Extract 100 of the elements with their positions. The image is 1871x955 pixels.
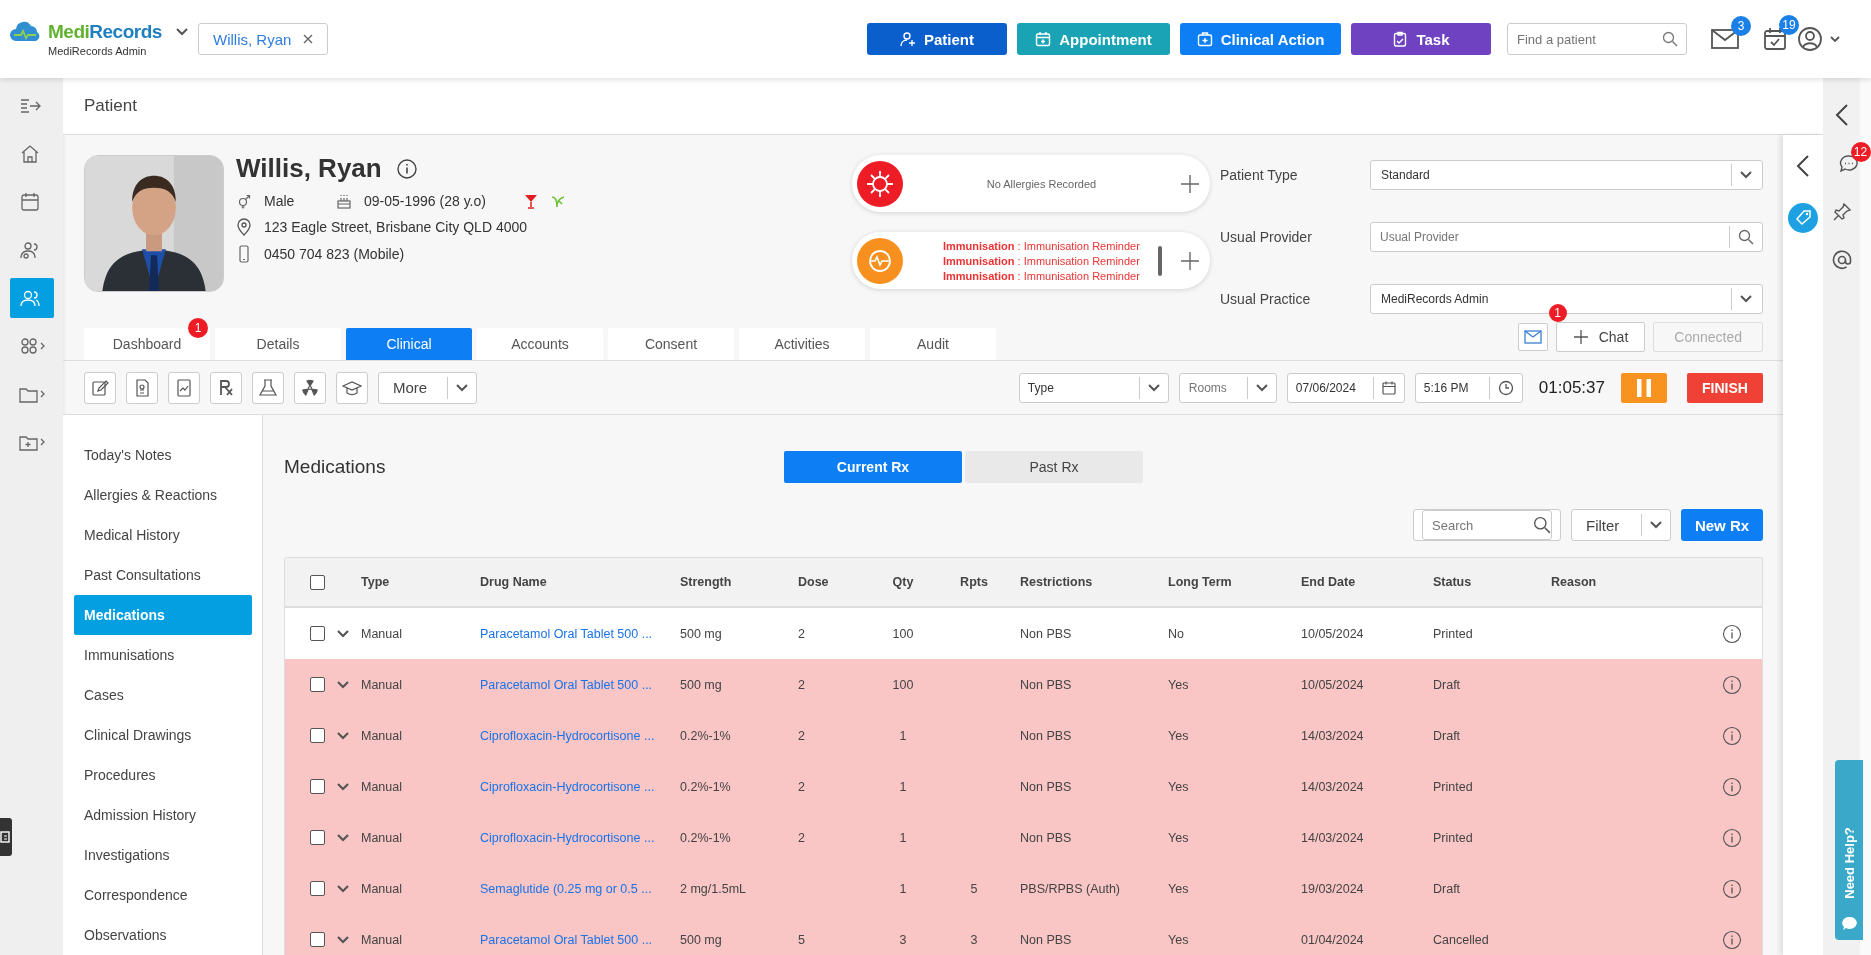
info-icon[interactable] bbox=[1722, 878, 1742, 899]
collapse-icon[interactable] bbox=[1834, 104, 1849, 126]
table-row[interactable]: Manual Ciprofloxacin-Hydrocortisone ... 0.2%-1% 2 1 Non PBS Yes 14/03/2024 Printed bbox=[285, 761, 1762, 813]
row-checkbox[interactable] bbox=[310, 779, 325, 795]
info-icon[interactable] bbox=[1722, 623, 1742, 644]
column-header[interactable]: Dose bbox=[798, 575, 829, 590]
type-select[interactable]: Type bbox=[1018, 372, 1169, 403]
new-rx-button[interactable]: New Rx bbox=[1681, 509, 1763, 542]
column-header[interactable]: Drug Name bbox=[480, 575, 547, 590]
tab[interactable]: Audit bbox=[870, 328, 996, 360]
column-header[interactable]: Long Term bbox=[1168, 575, 1232, 590]
medication-search-field[interactable]: Search bbox=[1422, 510, 1552, 541]
tab[interactable]: Consent bbox=[608, 328, 734, 360]
row-checkbox[interactable] bbox=[310, 626, 325, 642]
column-header[interactable]: Type bbox=[361, 575, 390, 590]
patients-nav-icon[interactable] bbox=[9, 278, 54, 318]
clinical-menu-item[interactable]: Cases bbox=[74, 675, 252, 715]
clinical-menu-item[interactable]: Immunisations bbox=[74, 635, 252, 675]
info-icon[interactable] bbox=[1722, 776, 1742, 797]
view-toggle[interactable]: Current Rx bbox=[784, 451, 962, 484]
chevron-down-icon[interactable] bbox=[456, 383, 468, 392]
education-tool-button[interactable] bbox=[336, 371, 368, 404]
table-row[interactable]: Manual Ciprofloxacin-Hydrocortisone ... 0.2%-1% 2 1 Non PBS Yes 14/03/2024 Printed bbox=[285, 812, 1762, 864]
chevron-down-icon[interactable] bbox=[175, 28, 188, 36]
column-header[interactable]: Restrictions bbox=[1020, 575, 1093, 590]
table-row[interactable]: Manual Semaglutide (0.25 mg or 0.5 ... 2 mg/1.5mL 1 5 PBS/RPBS (Auth) Yes 19/03/2024 Draft bbox=[285, 863, 1762, 915]
table-row[interactable]: Manual Paracetamol Oral Tablet 500 ... 500 mg 5 3 3 Non PBS Yes 01/04/2024 Cancelled bbox=[285, 914, 1762, 955]
view-toggle[interactable]: Past Rx bbox=[965, 451, 1143, 484]
clinical-menu-item[interactable]: Investigations bbox=[74, 835, 252, 875]
tab[interactable]: Clinical bbox=[346, 328, 472, 360]
expand-chevron-icon[interactable] bbox=[337, 782, 349, 791]
add-icon[interactable] bbox=[1180, 250, 1200, 271]
clinical-menu-item[interactable]: Observations bbox=[74, 915, 252, 955]
expand-chevron-icon[interactable] bbox=[337, 935, 349, 944]
expand-chevron-icon[interactable] bbox=[337, 884, 349, 893]
chevron-down-icon[interactable] bbox=[1740, 171, 1752, 179]
chevron-down-icon[interactable] bbox=[1740, 295, 1752, 303]
search-icon[interactable] bbox=[1533, 516, 1551, 535]
chevron-down-icon[interactable] bbox=[1255, 383, 1268, 392]
mail-icon[interactable] bbox=[1711, 28, 1739, 50]
expand-chevron-icon[interactable] bbox=[337, 629, 349, 638]
clinical-button[interactable]: Clinical Action bbox=[1180, 23, 1341, 55]
clinical-menu-item[interactable]: Procedures bbox=[74, 755, 252, 795]
search-icon[interactable] bbox=[1662, 31, 1678, 47]
info-icon[interactable] bbox=[1722, 674, 1742, 695]
row-checkbox[interactable] bbox=[310, 830, 325, 846]
add-icon[interactable] bbox=[1180, 173, 1200, 194]
chart-tool-button[interactable] bbox=[168, 371, 200, 404]
message-button[interactable] bbox=[1517, 323, 1548, 351]
tab[interactable]: Activities bbox=[739, 328, 865, 360]
tab[interactable]: Accounts bbox=[477, 328, 603, 360]
column-header[interactable]: Rpts bbox=[960, 575, 988, 590]
row-checkbox[interactable] bbox=[310, 677, 325, 693]
chevron-down-icon[interactable] bbox=[1650, 521, 1662, 530]
search-icon[interactable] bbox=[1738, 229, 1754, 245]
document-tool-button[interactable] bbox=[126, 371, 158, 404]
column-header[interactable]: Strength bbox=[680, 575, 732, 590]
row-checkbox[interactable] bbox=[310, 728, 325, 744]
close-icon[interactable] bbox=[303, 34, 314, 44]
patient-chip[interactable]: Willis, Ryan bbox=[198, 23, 329, 55]
info-icon[interactable] bbox=[1722, 725, 1742, 746]
row-checkbox[interactable] bbox=[310, 881, 325, 897]
chat-bubble-icon[interactable] bbox=[1838, 154, 1859, 174]
clock-icon[interactable] bbox=[1497, 379, 1514, 396]
column-header[interactable]: Qty bbox=[892, 575, 914, 590]
clinical-menu-item[interactable]: Clinical Drawings bbox=[74, 715, 252, 755]
patient-search-field[interactable]: Find a patient bbox=[1507, 23, 1687, 55]
info-icon[interactable] bbox=[1722, 929, 1742, 950]
radiation-tool-button[interactable] bbox=[294, 371, 326, 404]
finish-button[interactable]: FINISH bbox=[1687, 372, 1763, 403]
lab-tool-button[interactable] bbox=[252, 371, 284, 404]
tag-icon[interactable] bbox=[1788, 203, 1818, 233]
provider-search-field[interactable]: Usual Provider bbox=[1370, 222, 1763, 252]
date-field[interactable]: 07/06/2024 bbox=[1286, 372, 1405, 403]
drug-name-link[interactable]: Paracetamol Oral Tablet 500 ... bbox=[480, 626, 653, 641]
chat-button[interactable]: Chat bbox=[1555, 322, 1646, 352]
column-header[interactable]: Status bbox=[1433, 575, 1472, 590]
task-button[interactable]: Task bbox=[1351, 23, 1491, 55]
column-header[interactable]: Reason bbox=[1551, 575, 1597, 590]
rx-tool-button[interactable] bbox=[210, 371, 242, 404]
expand-chevron-icon[interactable] bbox=[337, 731, 349, 740]
user-avatar-icon[interactable] bbox=[1797, 26, 1841, 52]
scrollbar[interactable] bbox=[1158, 245, 1162, 276]
calendar-icon[interactable] bbox=[1381, 380, 1396, 395]
expand-chevron-icon[interactable] bbox=[337, 833, 349, 842]
info-icon[interactable] bbox=[1722, 827, 1742, 848]
tab[interactable]: Details bbox=[215, 328, 341, 360]
chevron-down-icon[interactable] bbox=[1147, 383, 1160, 392]
note-tool-button[interactable] bbox=[84, 371, 116, 404]
clinical-menu-item[interactable]: Medical History bbox=[74, 515, 252, 555]
select-field[interactable]: Standard bbox=[1370, 160, 1763, 190]
side-handle[interactable] bbox=[0, 818, 12, 856]
expand-chevron-icon[interactable] bbox=[337, 680, 349, 689]
time-field[interactable]: 5:16 PM bbox=[1414, 372, 1523, 403]
table-row[interactable]: Manual Paracetamol Oral Tablet 500 ... 500 mg 2 100 Non PBS Yes 10/05/2024 Draft bbox=[285, 659, 1762, 711]
row-checkbox[interactable] bbox=[310, 932, 325, 948]
clinical-menu-item[interactable]: Past Consultations bbox=[74, 555, 252, 595]
clinical-menu-item[interactable]: Admission History bbox=[74, 795, 252, 835]
filter-dropdown[interactable]: Filter bbox=[1571, 509, 1671, 542]
table-row[interactable]: Manual Ciprofloxacin-Hydrocortisone ... 0.2%-1% 2 1 Non PBS Yes 14/03/2024 Draft bbox=[285, 710, 1762, 762]
